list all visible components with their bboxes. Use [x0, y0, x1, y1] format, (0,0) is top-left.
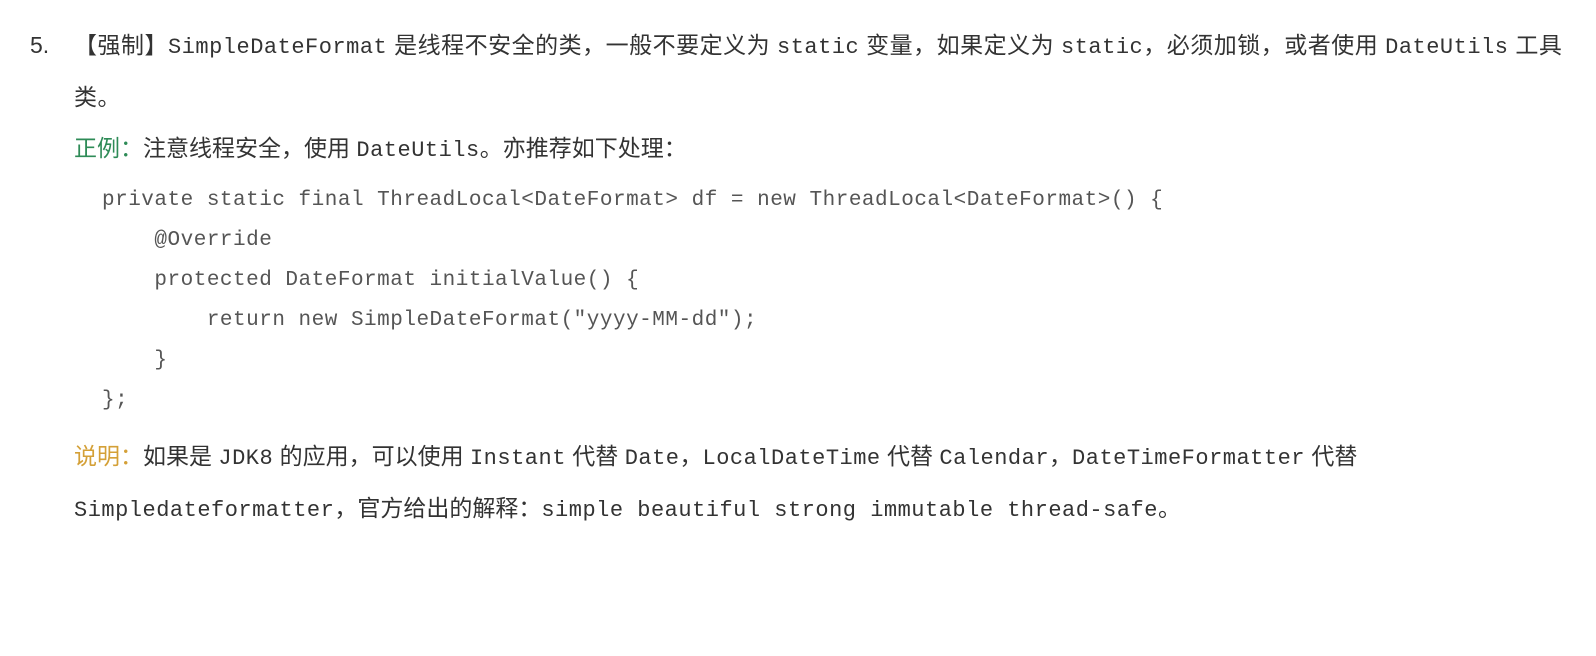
note-seg: 如果是 — [143, 443, 218, 469]
rule-code-static2: static — [1061, 35, 1143, 60]
positive-example: 正例：注意线程安全，使用 DateUtils。亦推荐如下处理： — [74, 123, 1566, 175]
item-content: 【强制】SimpleDateFormat 是线程不安全的类，一般不要定义为 st… — [74, 20, 1566, 536]
rule-code-static1: static — [777, 35, 859, 60]
code-line: } — [102, 349, 168, 372]
rule-item: 5. 【强制】SimpleDateFormat 是线程不安全的类，一般不要定义为… — [30, 20, 1566, 536]
rule-text-seg: 是线程不安全的类，一般不要定义为 — [387, 32, 777, 58]
code-block: private static final ThreadLocal<DateFor… — [102, 181, 1566, 420]
note-quote: simple beautiful strong immutable thread… — [541, 498, 1158, 523]
note-label: 说明： — [74, 443, 143, 469]
note-code-dtf: DateTimeFormatter — [1072, 446, 1305, 471]
note: 说明：如果是 JDK8 的应用，可以使用 Instant 代替 Date，Loc… — [74, 431, 1566, 536]
rule-text: 【强制】SimpleDateFormat 是线程不安全的类，一般不要定义为 st… — [74, 20, 1566, 123]
note-seg: 。 — [1158, 495, 1181, 521]
note-seg: 代替 — [881, 443, 940, 469]
rule-tag: 【强制】 — [74, 32, 168, 58]
example-seg: 。亦推荐如下处理： — [480, 135, 687, 161]
note-seg: 代替 — [566, 443, 625, 469]
example-code-dateutils: DateUtils — [356, 138, 479, 163]
note-code-ldt: LocalDateTime — [703, 446, 881, 471]
note-seg: ，官方给出的解释： — [334, 495, 541, 521]
code-line: protected DateFormat initialValue() { — [102, 269, 639, 292]
note-code-calendar: Calendar — [939, 446, 1049, 471]
note-code-sdf: Simpledateformatter — [74, 498, 334, 523]
rule-text-seg: ，必须加锁，或者使用 — [1143, 32, 1385, 58]
example-seg: 注意线程安全，使用 — [143, 135, 356, 161]
note-seg: 代替 — [1305, 443, 1357, 469]
note-code-instant: Instant — [470, 446, 566, 471]
code-line: @Override — [102, 229, 272, 252]
note-code-date: Date — [625, 446, 680, 471]
note-seg: ， — [680, 443, 703, 469]
note-seg: ， — [1049, 443, 1072, 469]
rule-text-seg: 变量，如果定义为 — [859, 32, 1061, 58]
example-label: 正例： — [74, 135, 143, 161]
note-seg: 的应用，可以使用 — [273, 443, 470, 469]
code-line: private static final ThreadLocal<DateFor… — [102, 189, 1163, 212]
note-code-jdk8: JDK8 — [218, 446, 273, 471]
code-line: return new SimpleDateFormat("yyyy-MM-dd"… — [102, 309, 757, 332]
rule-code-sdf: SimpleDateFormat — [168, 35, 387, 60]
rule-code-dateutils: DateUtils — [1385, 35, 1508, 60]
item-number: 5. — [30, 20, 74, 536]
code-line: }; — [102, 389, 128, 412]
